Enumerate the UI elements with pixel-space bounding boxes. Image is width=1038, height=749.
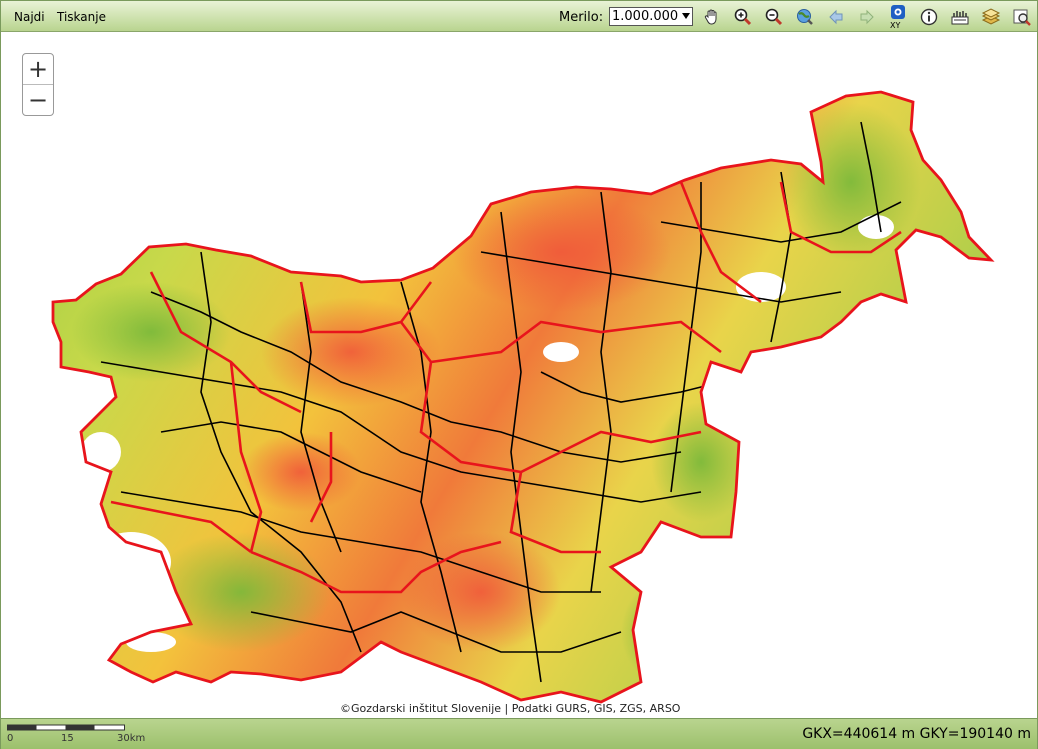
menu-print[interactable]: Tiskanje (57, 10, 106, 24)
xy-coordinate-icon[interactable]: XY (888, 4, 908, 30)
scale-bar: 0 15 30km (7, 723, 147, 745)
scale-select[interactable]: 1.000.000 (609, 7, 693, 26)
scale-bar-label-15: 15 (61, 733, 74, 744)
scale-label: Merilo: (559, 10, 604, 25)
map-canvas[interactable] (1, 32, 1037, 718)
zoom-out-icon[interactable] (764, 7, 784, 27)
info-icon[interactable] (919, 7, 939, 27)
forest-heatmap (53, 92, 991, 702)
slovenia-map (51, 90, 993, 704)
back-arrow-icon[interactable] (826, 7, 846, 27)
legend-icon[interactable] (950, 7, 970, 27)
zoom-in-icon[interactable] (733, 7, 753, 27)
coordinate-readout: GKX=440614 m GKY=190140 m (802, 726, 1031, 742)
zoom-minus-button[interactable]: − (23, 85, 53, 115)
chevron-down-icon (682, 13, 690, 19)
zoom-plus-button[interactable]: + (23, 54, 53, 85)
status-bar: 0 15 30km GKX=440614 m GKY=190140 m (1, 718, 1037, 749)
layers-icon[interactable] (981, 7, 1001, 27)
full-extent-globe-icon[interactable] (795, 7, 815, 27)
menu-find[interactable]: Najdi (14, 10, 45, 24)
zoom-control: + − (22, 53, 54, 116)
toolbar: Najdi Tiskanje Merilo: 1.000.000 XY (1, 1, 1037, 32)
scale-bar-label-0: 0 (7, 733, 14, 744)
scale-bar-label-30: 30km (117, 733, 146, 744)
scale-value: 1.000.000 (612, 9, 679, 24)
map-attribution: ©Gozdarski inštitut Slovenije | Podatki … (340, 702, 681, 715)
search-map-icon[interactable] (1012, 7, 1032, 27)
svg-text:XY: XY (890, 21, 900, 30)
pan-hand-icon[interactable] (702, 7, 722, 27)
forward-arrow-icon[interactable] (857, 7, 877, 27)
